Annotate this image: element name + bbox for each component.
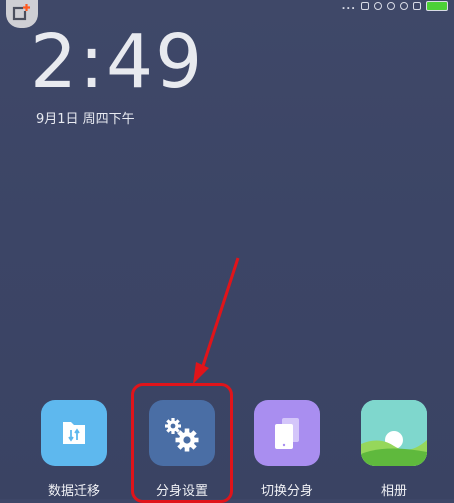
clock: 2:49 (30, 22, 204, 102)
battery-icon (426, 1, 448, 11)
signal-icon (413, 2, 421, 10)
status-dots: ... (341, 0, 356, 12)
app-gallery[interactable]: 相册 (344, 400, 444, 499)
data-migration-icon[interactable] (41, 400, 107, 466)
app-data-migration[interactable]: 数据迁移 (24, 400, 124, 499)
app-switch-profile[interactable]: 切换分身 (237, 400, 337, 499)
app-label: 切换分身 (260, 484, 313, 499)
app-label: 数据迁移 (47, 484, 100, 499)
status-bar: ... (342, 0, 448, 12)
app-label: 相册 (380, 484, 407, 499)
bluetooth-icon (374, 2, 382, 10)
lock-screen: ... 2:49 9月1日 周四下午 数据迁移 分身设置 切换分身 相册 (0, 0, 454, 503)
clock-time: 2:49 (30, 19, 205, 105)
highlight-box (131, 383, 233, 503)
date-label: 9月1日 周四下午 (36, 112, 135, 127)
wifi-icon (400, 2, 408, 10)
alarm-icon (387, 2, 395, 10)
gallery-icon[interactable] (361, 400, 427, 466)
screen-icon (361, 2, 369, 10)
switch-profile-icon[interactable] (254, 400, 320, 466)
